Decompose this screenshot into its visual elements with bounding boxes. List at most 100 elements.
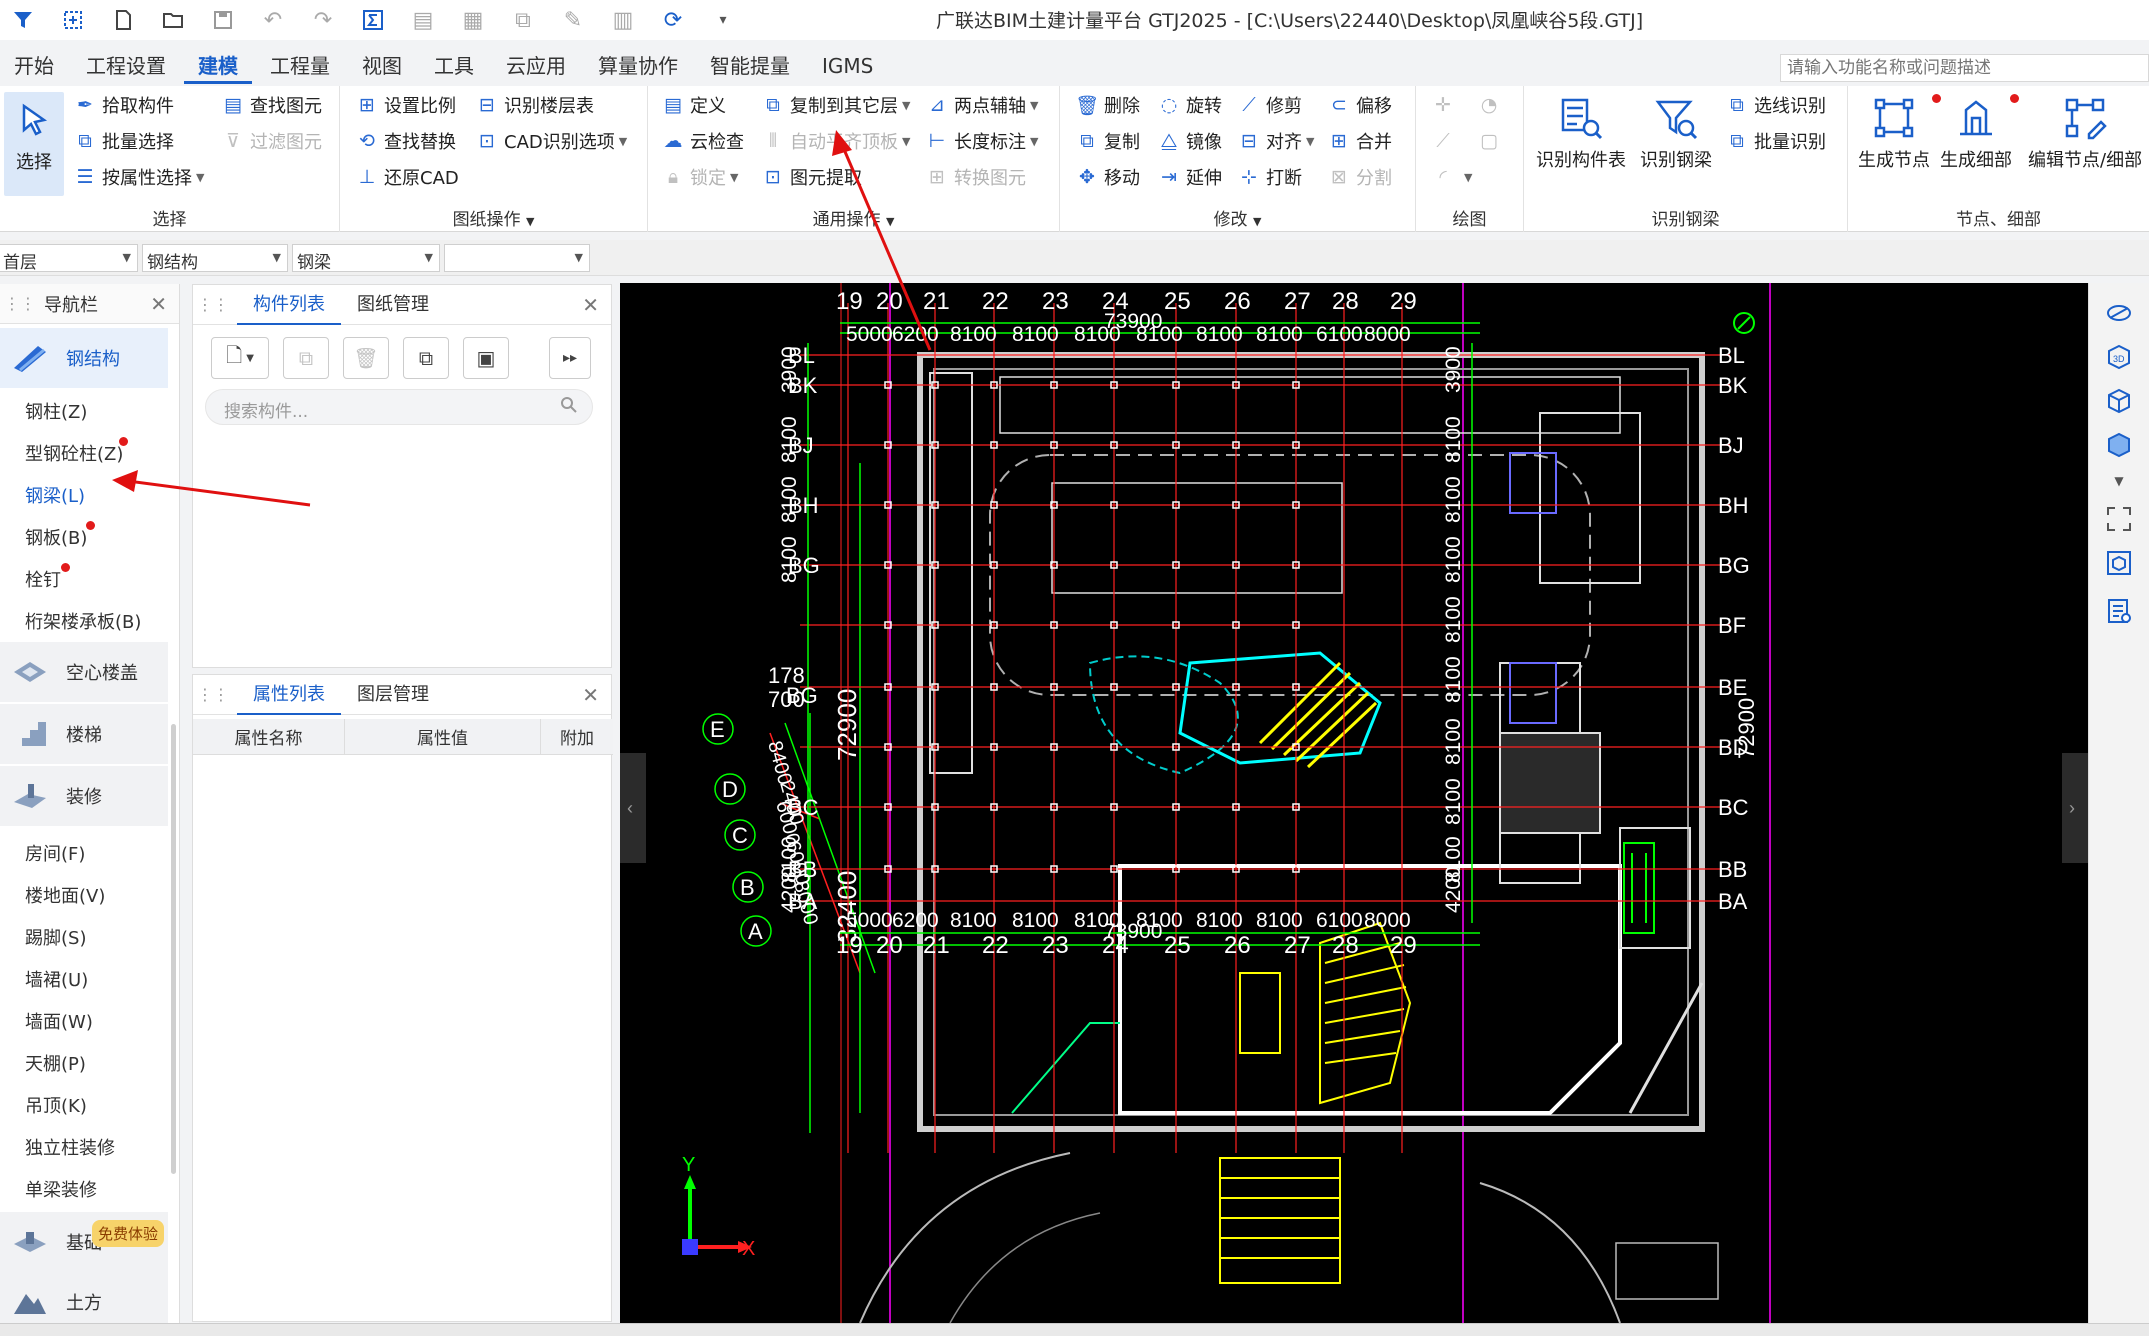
tab-1[interactable]: 工程设置 [72,48,180,84]
nav-item-floor-finish[interactable]: 楼地面(V) [25,882,105,908]
delete-button[interactable]: 🗑︎ 删除 [1074,90,1140,120]
tab-layer-management[interactable]: 图层管理 [341,675,445,715]
nav-category-stairs[interactable]: 楼梯 [0,704,168,764]
find-replace-button[interactable]: ⟲ 查找替换 [354,126,456,156]
delete-component-button[interactable]: 🗑︎ [343,337,389,379]
floor-select[interactable]: 首层 ▼ [0,244,138,273]
tab-5[interactable]: 工具 [420,48,488,84]
element-extract-button[interactable]: ⊡ 图元提取 [760,162,862,192]
align-button[interactable]: ⊟ 对齐 ▼ [1236,126,1314,156]
close-icon[interactable]: ✕ [582,683,599,707]
cloud-check-button[interactable]: ☁ 云检查 [660,126,745,156]
nav-item-steel-beam[interactable]: 钢梁(L) [25,482,85,508]
tab-7[interactable]: 算量协作 [584,48,692,84]
collapse-right-handle[interactable] [2062,753,2088,863]
close-icon[interactable]: ✕ [582,293,599,317]
cad-floor-plan[interactable]: ‹ › Y X 32400 72900 178 700 72900 191920… [620,283,2088,1323]
draw-arc-button[interactable]: ◜ ▼ [1430,162,1472,192]
trim-button[interactable]: ⟋ 修剪 [1236,90,1302,120]
edit-node-detail-button[interactable]: 编辑节点/细部 [2028,90,2142,172]
function-search-input[interactable] [1780,54,2149,82]
refresh-icon[interactable]: ⟳ [656,5,690,35]
cad-drawing-canvas[interactable]: ‹ › Y X 32400 72900 178 700 72900 19 19 … [620,283,2088,1323]
select-button[interactable]: 选择 [4,92,64,196]
copy-doc-icon[interactable]: ⧉ [506,5,540,35]
nav-item-beam-finish[interactable]: 单梁装修 [25,1176,97,1202]
restore-cad-button[interactable]: ⊥ 还原CAD [354,162,459,192]
tab-2[interactable]: 建模 [184,48,252,84]
tab-9[interactable]: IGMS [808,48,887,84]
find-element-button[interactable]: ▤ 查找图元 [220,90,322,120]
lock-button[interactable]: 🔒︎ 锁定 ▼ [660,162,739,192]
generate-node-button[interactable]: 生成节点 [1858,90,1930,172]
tab-8[interactable]: 智能提量 [696,48,804,84]
merge-button[interactable]: ⊞ 合并 [1326,126,1392,156]
cad-recognize-options-button[interactable]: ⊡ CAD识别选项 ▼ [474,126,627,156]
close-icon[interactable]: ✕ [150,292,167,316]
batch-recognize-button[interactable]: ⧉ 批量识别 [1724,126,1826,156]
undo-icon[interactable]: ↶ [256,5,290,35]
tab-drawing-management[interactable]: 图纸管理 [341,285,445,325]
nav-item-skirting[interactable]: 踢脚(S) [25,924,86,950]
drag-handle-icon[interactable]: ⋮⋮ [197,295,229,314]
fullscreen-icon[interactable] [2101,501,2137,537]
auto-align-top-slab-button[interactable]: ⫴ 自动平齐顶板 ▼ [760,126,910,156]
sum-icon[interactable] [356,5,390,35]
more-tools-button[interactable]: ▸▸ [549,337,591,379]
batch-select-button[interactable]: ⧉ 批量选择 [72,126,174,156]
copy-to-other-floor-button[interactable]: ⧉ 复制到其它层 ▼ [760,90,910,120]
nav-item-ceiling[interactable]: 天棚(P) [25,1050,86,1076]
nav-item-room[interactable]: 房间(F) [25,840,85,866]
pen-icon[interactable]: ✎ [556,5,590,35]
draw-rect-button[interactable]: ▢ [1476,126,1506,156]
save-icon[interactable] [206,5,240,35]
tab-4[interactable]: 视图 [348,48,416,84]
nav-item-dado[interactable]: 墙裙(U) [25,966,88,992]
component-type-select[interactable]: 钢梁 ▼ [292,244,440,273]
nav-item-steel-plate[interactable]: 钢板(B) [25,524,87,550]
cube-filled-icon[interactable] [2101,427,2137,463]
nav-item-truss-deck[interactable]: 桁架楼承板(B) [25,608,141,634]
snap-icon[interactable] [56,5,90,35]
draw-arc-point-button[interactable]: ◔ [1476,90,1506,120]
nav-scrollbar[interactable] [171,724,176,1174]
set-scale-button[interactable]: ⊞ 设置比例 [354,90,456,120]
customize-icon[interactable]: ▾ [706,5,740,35]
recognize-steel-beam-button[interactable]: 识别钢梁 [1640,90,1712,172]
layer-settings-icon[interactable] [2101,593,2137,629]
view-3d-icon[interactable]: 3D [2101,339,2137,375]
length-dimension-button[interactable]: ⊢ 长度标注 ▼ [924,126,1039,156]
break-button[interactable]: ⊹ 打断 [1236,162,1302,192]
app-logo-icon[interactable] [6,5,40,35]
extend-button[interactable]: ⇥ 延伸 [1156,162,1222,192]
general-ops-group-label[interactable]: 通用操作 ▼ [648,205,1059,230]
nav-item-stud[interactable]: 栓钉 [25,566,61,592]
draw-point-button[interactable]: ✛ [1430,90,1460,120]
report-icon[interactable]: ▤ [406,5,440,35]
save-component-button[interactable]: ▣ [463,337,509,379]
recognize-component-table-button[interactable]: 识别构件表 [1536,90,1626,172]
nav-item-src-column[interactable]: 型钢砼柱(Z) [25,440,123,466]
chevron-down-icon[interactable]: ▼ [2101,463,2137,499]
open-folder-icon[interactable] [156,5,190,35]
pick-component-button[interactable]: ✒ 拾取构件 [72,90,174,120]
drag-handle-icon[interactable]: ⋮⋮ [4,294,36,313]
filter-element-button[interactable]: ⊽ 过滤图元 [220,126,322,156]
category-select[interactable]: 钢结构 ▼ [142,244,288,273]
copy-component-button[interactable]: ⧉ [283,337,329,379]
cube-icon[interactable] [2101,383,2137,419]
ruler-icon[interactable]: ▥ [606,5,640,35]
select-line-recognize-button[interactable]: ⧉ 选线识别 [1724,90,1826,120]
select-by-attribute-button[interactable]: ☰ 按属性选择 ▼ [72,162,204,192]
collapse-left-handle[interactable] [620,753,646,863]
drawing-ops-group-label[interactable]: 图纸操作 ▼ [340,205,647,230]
view-cube-icon[interactable] [2101,545,2137,581]
view-2d-icon[interactable] [2101,295,2137,331]
new-component-button[interactable]: 🗋︎ ▼ [211,337,269,379]
component-search-input[interactable]: 搜索构件... [205,389,593,425]
modify-group-label[interactable]: 修改 ▼ [1060,205,1415,230]
move-button[interactable]: ✥ 移动 [1074,162,1140,192]
generate-detail-button[interactable]: 生成细部 [1940,90,2012,172]
nav-item-suspended-ceiling[interactable]: 吊顶(K) [25,1092,87,1118]
copy-button[interactable]: ⧉ 复制 [1074,126,1140,156]
